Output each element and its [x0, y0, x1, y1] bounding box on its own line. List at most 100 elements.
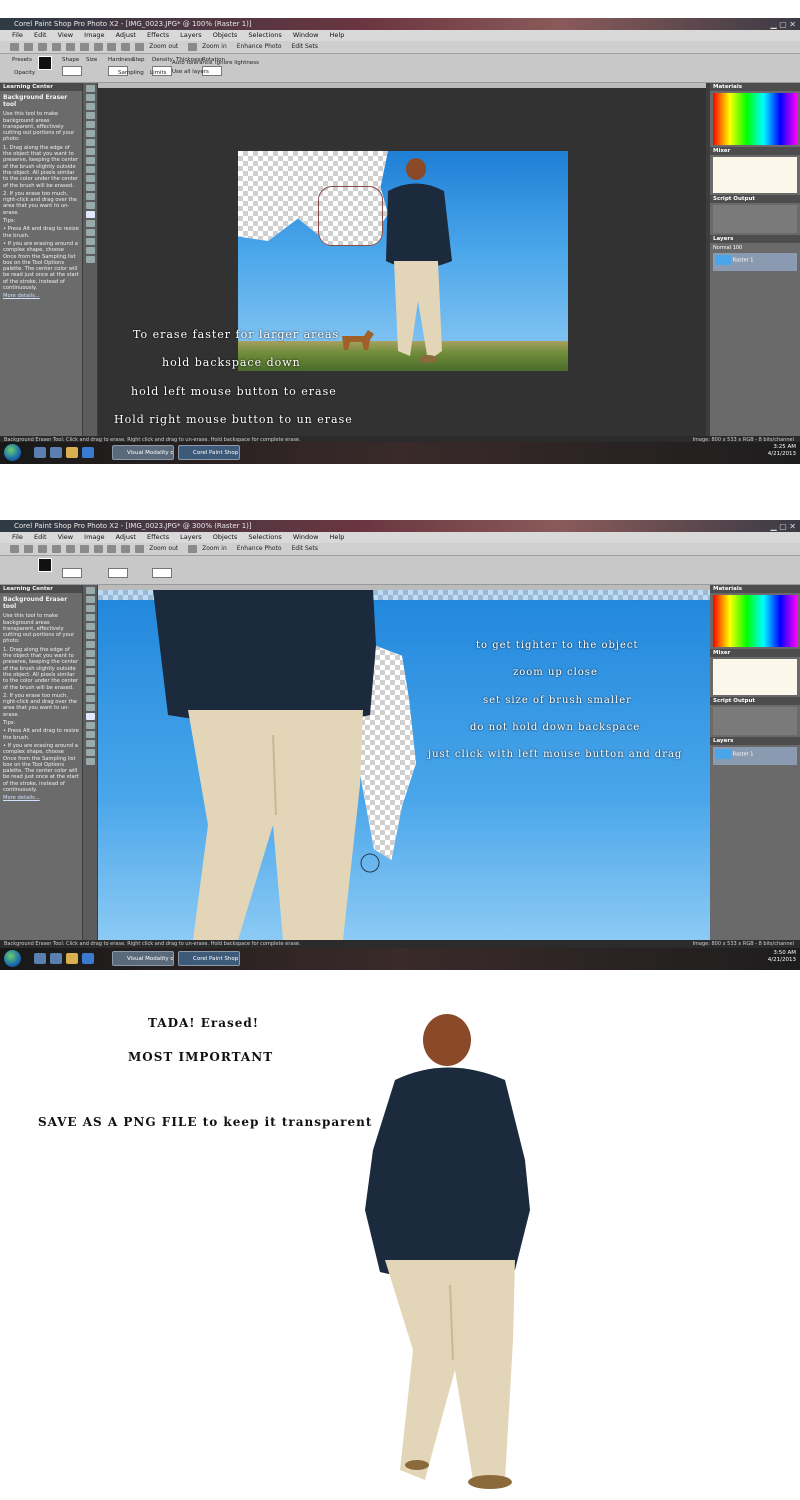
copy-icon[interactable]: [107, 42, 117, 51]
dropper-icon[interactable]: [85, 659, 95, 666]
menu-layers[interactable]: Layers: [180, 31, 202, 39]
pen-tool-icon[interactable]: [85, 749, 95, 756]
copy-icon[interactable]: [107, 544, 117, 553]
paint-brush-icon[interactable]: [85, 695, 95, 702]
zoom-tool-icon[interactable]: [85, 596, 95, 603]
background-eraser-icon[interactable]: [85, 713, 95, 720]
menu-window[interactable]: Window: [293, 533, 319, 541]
crop-tool-icon[interactable]: [85, 614, 95, 621]
print-icon[interactable]: [51, 544, 61, 553]
enhance-photo-button[interactable]: Enhance Photo: [237, 545, 282, 552]
paste-icon[interactable]: [121, 42, 131, 51]
zoom-in-button[interactable]: Zoom in: [202, 43, 227, 50]
use-all-layers-checkbox[interactable]: Use all layers: [172, 69, 209, 75]
clone-brush-icon[interactable]: [85, 677, 95, 684]
layer-row-raster-1[interactable]: Raster 1: [713, 253, 797, 271]
clone-brush-icon[interactable]: [85, 175, 95, 182]
density-field[interactable]: [152, 568, 172, 578]
menu-file[interactable]: File: [12, 31, 23, 39]
red-eye-icon[interactable]: [85, 668, 95, 675]
undo-icon[interactable]: [65, 544, 75, 553]
paint-brush-icon[interactable]: [85, 193, 95, 200]
menu-adjust[interactable]: Adjust: [116, 533, 136, 541]
edit-sets-button[interactable]: Edit Sets: [292, 545, 319, 552]
clock-date[interactable]: 4/21/2013: [768, 957, 796, 964]
menu-selections[interactable]: Selections: [248, 31, 281, 39]
undo-icon[interactable]: [65, 42, 75, 51]
internet-explorer-icon[interactable]: [82, 447, 94, 458]
zoom-in-button[interactable]: Zoom in: [202, 545, 227, 552]
menu-objects[interactable]: Objects: [213, 31, 238, 39]
deform-tool-icon[interactable]: [85, 103, 95, 110]
pan-tool-icon[interactable]: [85, 587, 95, 594]
zoom-out-button[interactable]: Zoom out: [149, 545, 178, 552]
color-picker[interactable]: [713, 595, 797, 647]
freehand-selection-icon[interactable]: [85, 139, 95, 146]
text-tool-icon[interactable]: [85, 229, 95, 236]
brush-preview-icon[interactable]: [38, 558, 52, 572]
menu-file[interactable]: File: [12, 533, 23, 541]
menu-edit[interactable]: Edit: [34, 31, 47, 39]
warp-brush-icon[interactable]: [85, 758, 95, 765]
task-visual-modality[interactable]: Visual Modality on...: [112, 445, 174, 460]
menu-effects[interactable]: Effects: [147, 31, 169, 39]
move-tool-icon[interactable]: [85, 623, 95, 630]
task-corel-paint-shop[interactable]: Corel Paint Shop ...: [178, 951, 240, 966]
menu-edit[interactable]: Edit: [34, 533, 47, 541]
red-eye-icon[interactable]: [85, 166, 95, 173]
hardness-field[interactable]: [108, 568, 128, 578]
switch-windows-icon[interactable]: [50, 953, 62, 964]
scratch-remover-icon[interactable]: [85, 686, 95, 693]
deform-tool-icon[interactable]: [85, 605, 95, 612]
menu-selections[interactable]: Selections: [248, 533, 281, 541]
menu-help[interactable]: Help: [330, 31, 345, 39]
start-button[interactable]: [4, 444, 21, 461]
clock-time[interactable]: 3:25 AM: [768, 444, 796, 451]
crop-tool-icon[interactable]: [85, 112, 95, 119]
switch-windows-icon[interactable]: [50, 447, 62, 458]
show-desktop-icon[interactable]: [34, 447, 46, 458]
magic-wand-icon[interactable]: [85, 650, 95, 657]
save-icon[interactable]: [37, 42, 47, 51]
menu-window[interactable]: Window: [293, 31, 319, 39]
open-icon[interactable]: [23, 42, 33, 51]
menu-image[interactable]: Image: [84, 31, 104, 39]
flood-fill-icon[interactable]: [85, 722, 95, 729]
menu-image[interactable]: Image: [84, 533, 104, 541]
redo-icon[interactable]: [79, 544, 89, 553]
paste-icon[interactable]: [121, 544, 131, 553]
save-icon[interactable]: [37, 544, 47, 553]
cut-icon[interactable]: [93, 42, 103, 51]
redo-icon[interactable]: [79, 42, 89, 51]
new-icon[interactable]: [10, 544, 19, 553]
selection-tool-icon[interactable]: [85, 632, 95, 639]
layer-opacity[interactable]: 100: [733, 245, 743, 251]
more-details-link[interactable]: More details...: [3, 795, 79, 801]
enhance-photo-button[interactable]: Enhance Photo: [237, 43, 282, 50]
show-desktop-icon[interactable]: [34, 953, 46, 964]
edit-sets-button[interactable]: Edit Sets: [292, 43, 319, 50]
task-corel-paint-shop[interactable]: Corel Paint Shop ...: [178, 445, 240, 460]
explorer-icon[interactable]: [66, 447, 78, 458]
pan-tool-icon[interactable]: [85, 85, 95, 92]
mixer-area[interactable]: [713, 659, 797, 695]
cut-icon[interactable]: [93, 544, 103, 553]
selection-tool-icon[interactable]: [85, 130, 95, 137]
ignore-lightness-checkbox[interactable]: Ignore lightness: [215, 60, 259, 66]
menu-objects[interactable]: Objects: [213, 533, 238, 541]
flood-fill-icon[interactable]: [85, 220, 95, 227]
image-canvas[interactable]: To erase faster for larger areas hold ba…: [98, 83, 706, 436]
brush-preview-icon[interactable]: [38, 56, 52, 70]
preset-shape-icon[interactable]: [85, 740, 95, 747]
image-canvas-zoomed[interactable]: to get tighter to the object zoom up clo…: [98, 585, 710, 940]
more-details-link[interactable]: More details...: [3, 293, 79, 299]
menu-view[interactable]: View: [58, 533, 73, 541]
menu-view[interactable]: View: [58, 31, 73, 39]
task-visual-modality[interactable]: Visual Modality on...: [112, 951, 174, 966]
clock-date[interactable]: 4/21/2013: [768, 451, 796, 458]
scratch-remover-icon[interactable]: [85, 184, 95, 191]
clock-time[interactable]: 3:50 AM: [768, 950, 796, 957]
background-eraser-icon[interactable]: [85, 211, 95, 218]
menu-effects[interactable]: Effects: [147, 533, 169, 541]
dropper-icon[interactable]: [85, 157, 95, 164]
